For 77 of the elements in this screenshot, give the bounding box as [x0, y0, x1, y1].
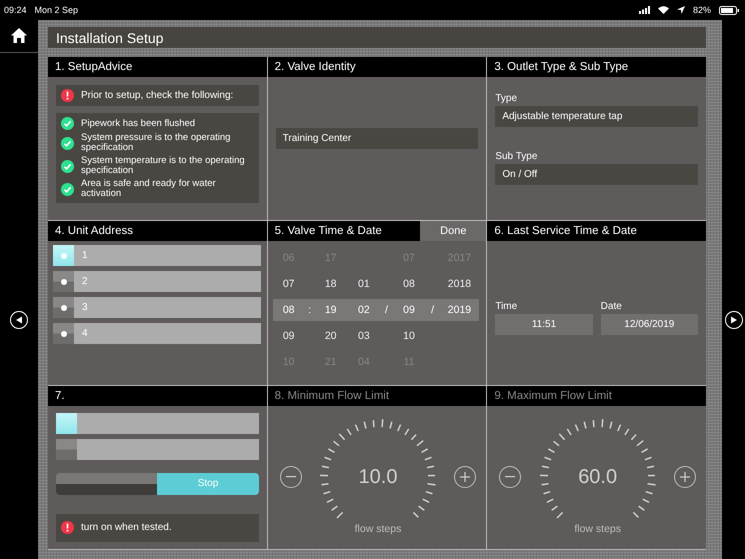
- address-option[interactable]: 3: [53, 297, 261, 318]
- left-triangle-icon: [15, 316, 23, 324]
- field-label: Type: [495, 93, 518, 104]
- panel-title: 8. Minimum Flow Limit: [274, 388, 390, 404]
- separator: /: [384, 303, 389, 318]
- battery-icon: [719, 6, 739, 14]
- alert-icon: [61, 521, 74, 534]
- plus-button[interactable]: [674, 466, 696, 488]
- dial-value: 60.0: [578, 466, 618, 489]
- picker-value[interactable]: 01: [347, 273, 380, 296]
- select-field[interactable]: On / Off: [495, 164, 698, 185]
- wifi-icon: [658, 6, 669, 14]
- dot-icon: [60, 304, 66, 311]
- panel-title: 9. Maximum Flow Limit: [493, 388, 613, 404]
- option-bar[interactable]: [56, 438, 259, 460]
- date-selection-bar[interactable]: 02 / 09 / 2019: [347, 299, 480, 322]
- time-selection-bar[interactable]: 08 : 19: [272, 299, 347, 322]
- dial-unit: flow steps: [354, 523, 402, 536]
- dot-icon: [60, 278, 66, 285]
- panel-title: 7.: [54, 388, 66, 404]
- picker-value[interactable]: 08: [392, 273, 426, 296]
- panel-title: 4. Unit Address: [54, 224, 134, 240]
- address-option[interactable]: 1: [53, 245, 261, 266]
- picker-value[interactable]: 10: [392, 325, 426, 348]
- valve-name-field[interactable]: Training Center: [276, 128, 478, 150]
- status-date: Mon 2 Sep: [34, 5, 78, 15]
- minus-button[interactable]: [499, 466, 522, 488]
- separator: /: [430, 303, 436, 318]
- field-label: Time: [495, 300, 518, 312]
- checklist-item: Pipework has been flushed: [81, 118, 196, 128]
- segment-button[interactable]: [56, 472, 158, 495]
- checklist-item: System pressure is to the operating specification: [81, 133, 232, 153]
- home-icon[interactable]: [11, 28, 27, 43]
- signal-icon: [638, 6, 650, 14]
- next-button[interactable]: [724, 311, 742, 329]
- dot-icon: [60, 252, 66, 259]
- picker-value[interactable]: 20: [314, 325, 347, 348]
- warning-text: Prior to setup, check the following:: [81, 90, 234, 101]
- panel-title: 5. Valve Time & Date: [274, 224, 383, 240]
- checklist-item: Area is safe and ready for water activation: [81, 179, 217, 199]
- field-label: Sub Type: [495, 151, 538, 162]
- separator: :: [307, 303, 312, 318]
- panel-title: 2. Valve Identity: [274, 60, 357, 75]
- dot-icon: [60, 330, 66, 337]
- address-option[interactable]: 2: [53, 271, 261, 292]
- location-arrow-icon: [676, 6, 685, 14]
- picker-value[interactable]: 09: [272, 325, 305, 348]
- picker-value[interactable]: 18: [314, 273, 347, 296]
- checklist-item: System temperature is to the operating specification: [81, 156, 246, 176]
- picker-value[interactable]: 2018: [440, 273, 480, 296]
- panel-title: 1. SetupAdvice: [54, 60, 134, 75]
- plus-icon: [680, 472, 690, 482]
- minus-icon: [286, 476, 296, 478]
- warning-text: turn on when tested.: [81, 522, 172, 534]
- previous-button[interactable]: [10, 311, 28, 329]
- minus-button[interactable]: [280, 466, 302, 488]
- page-title: Installation Setup: [48, 27, 706, 48]
- plus-button[interactable]: [454, 466, 476, 488]
- picker-value[interactable]: 03: [347, 325, 380, 348]
- plus-icon: [460, 472, 470, 482]
- dial-value: 10.0: [358, 466, 398, 489]
- minus-icon: [505, 476, 516, 478]
- panel-title: 6. Last Service Time & Date: [493, 224, 638, 240]
- picker-value[interactable]: 07: [272, 273, 305, 296]
- value-field[interactable]: 12/06/2019: [600, 314, 698, 335]
- panel-title: 3. Outlet Type & Sub Type: [493, 60, 630, 75]
- right-triangle-icon: [730, 316, 738, 324]
- field-label: Date: [600, 300, 623, 312]
- option-bar[interactable]: [56, 412, 259, 434]
- done-button[interactable]: Done: [420, 221, 486, 242]
- address-option[interactable]: 4: [53, 323, 261, 344]
- select-field[interactable]: Adjustable temperature tap: [495, 106, 698, 127]
- status-time: 09:24: [4, 5, 27, 15]
- battery-percent: 82%: [692, 5, 711, 15]
- dial-unit: flow steps: [574, 523, 621, 536]
- value-field[interactable]: 11:51: [495, 314, 593, 335]
- alert-icon: [61, 89, 74, 102]
